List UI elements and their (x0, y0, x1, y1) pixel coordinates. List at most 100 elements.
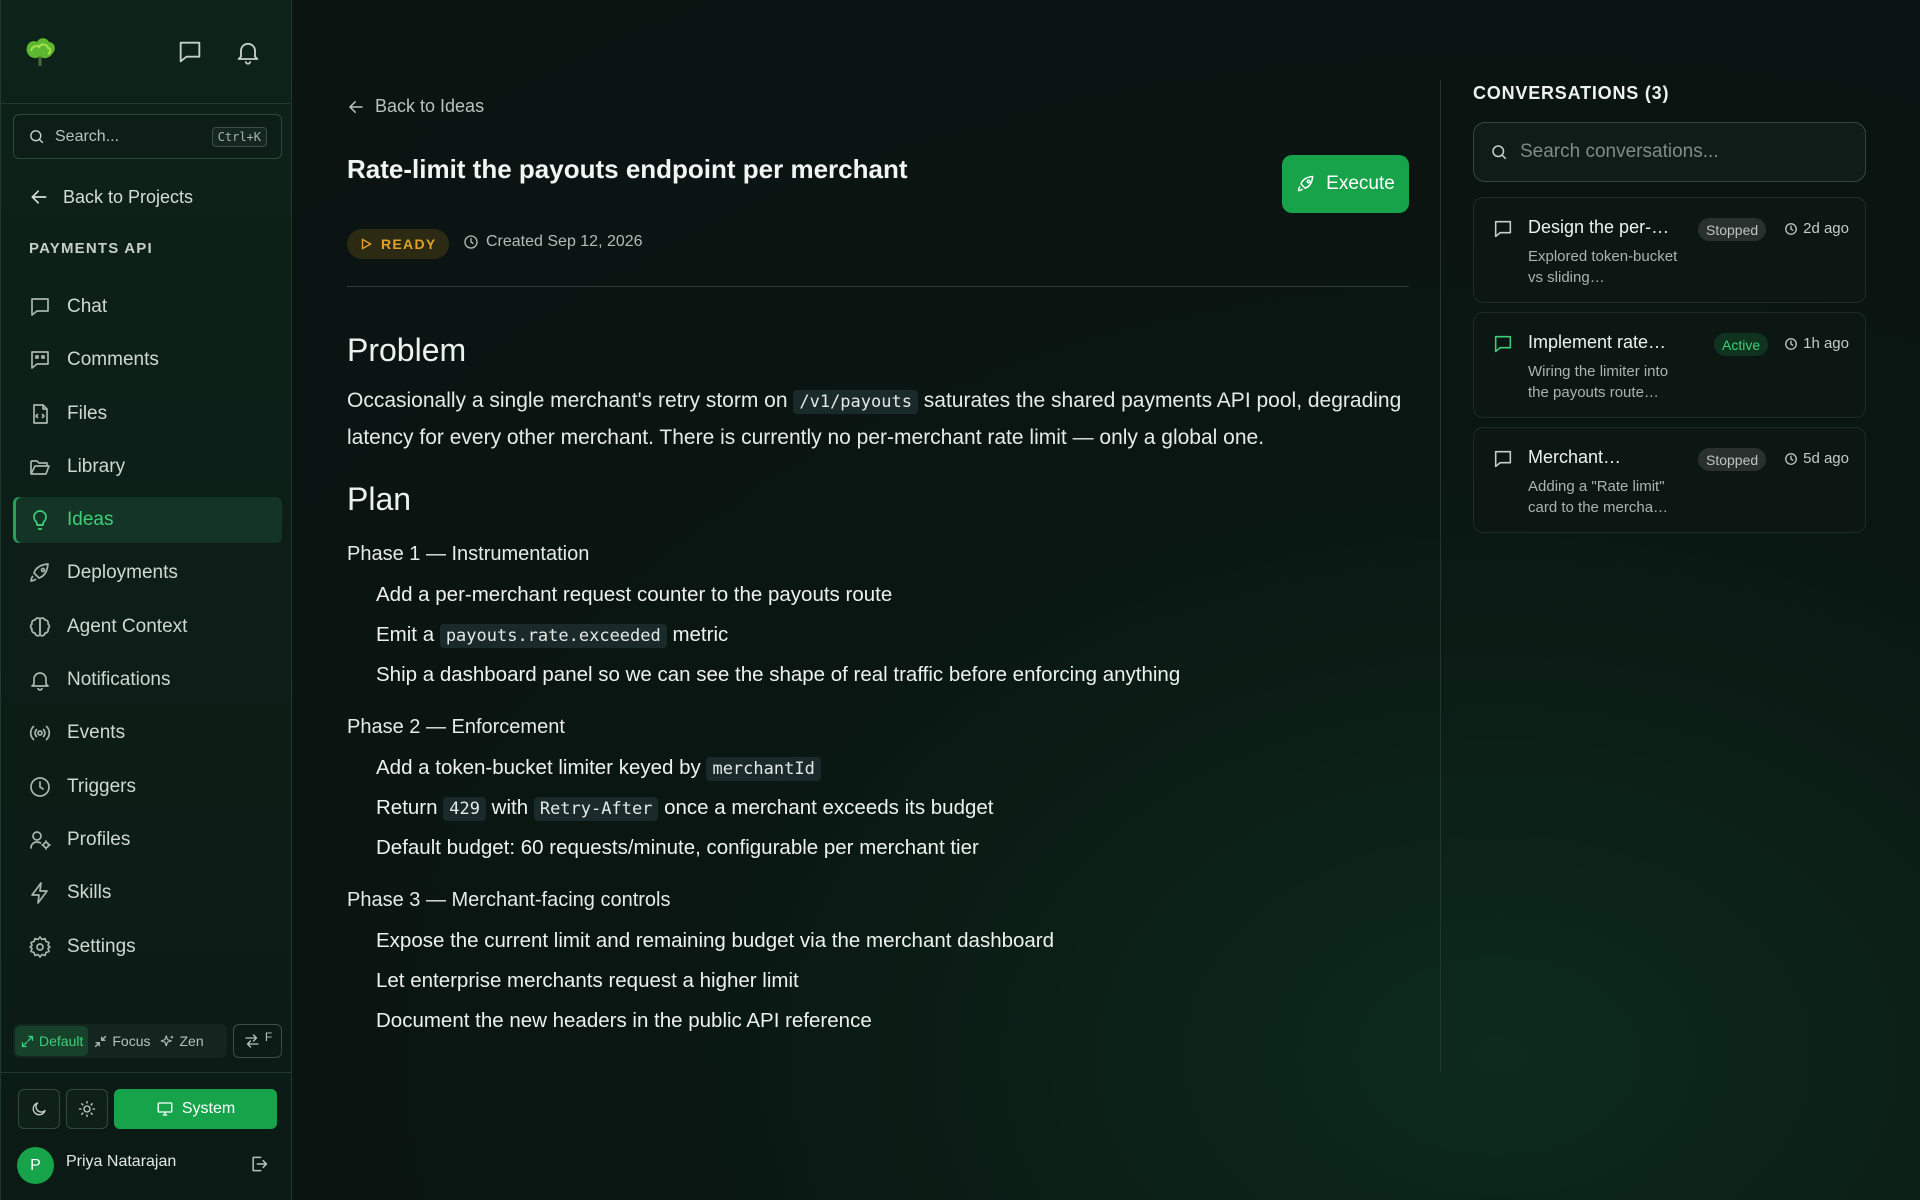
sidebar-header (1, 0, 291, 104)
conversation-card[interactable]: Design the per-… Explored token-bucket v… (1473, 197, 1866, 303)
chat-icon (1494, 220, 1512, 238)
list-item: Ship a dashboard panel so we can see the… (376, 663, 1181, 686)
chat-icon (1494, 335, 1512, 353)
conversation-time: 1h ago (1784, 335, 1849, 352)
mode-default-button[interactable]: Default (15, 1026, 89, 1056)
file-code-icon (33, 403, 48, 424)
mode-zen-button[interactable]: Zen (155, 1026, 208, 1056)
mode-focus-button[interactable]: Focus (88, 1026, 155, 1056)
inline-code: payouts.rate.exceeded (439, 624, 667, 648)
logout-icon[interactable] (249, 1154, 269, 1174)
sidebar-item-label: Comments (67, 349, 159, 371)
mode-default-label: Default (39, 1033, 84, 1049)
status-badge: Active (1714, 333, 1769, 356)
panel-divider (1440, 80, 1441, 1072)
mode-zen-label: Zen (179, 1033, 204, 1049)
conversation-preview: Adding a "Rate limit" card to the mercha… (1528, 478, 1669, 516)
light-theme-button[interactable] (66, 1089, 108, 1129)
sidebar-item-files[interactable]: Files (13, 391, 282, 437)
execute-button[interactable]: Execute (1282, 155, 1409, 213)
list-item: Expose the current limit and remaining b… (376, 929, 1055, 952)
status-badge: Stopped (1698, 448, 1767, 471)
sidebar-item-label: Chat (67, 296, 108, 317)
search-icon (30, 130, 44, 144)
project-name: PAYMENTS API (29, 240, 153, 257)
time-label: 2d ago (1803, 220, 1849, 237)
back-to-ideas-link[interactable]: Back to Ideas (347, 96, 484, 117)
folder-open-icon (30, 460, 50, 475)
time-label: 5d ago (1803, 450, 1849, 467)
sidebar-item-label: Files (67, 402, 108, 424)
notifications-bell-icon[interactable] (234, 38, 262, 66)
sidebar-item-events[interactable]: Events (13, 710, 282, 756)
sidebar-item-label: Settings (67, 935, 136, 957)
sidebar-item-settings[interactable]: Settings (13, 924, 282, 970)
mode-focus-label: Focus (112, 1033, 151, 1049)
arrow-left-icon (348, 100, 363, 113)
view-mode-switcher: Default Focus Zen (13, 1024, 227, 1058)
system-theme-label: System (181, 1100, 236, 1117)
phase-steps: Add a per-merchant request counter to th… (347, 575, 1409, 695)
swap-layout-button[interactable]: F (233, 1024, 282, 1058)
sidebar-item-label: Ideas (67, 509, 114, 531)
problem-text: Occasionally a single merchant's retry s… (347, 389, 1402, 449)
sidebar-divider (1, 1072, 291, 1073)
conversation-time: 2d ago (1784, 220, 1849, 237)
brain-icon (29, 616, 51, 637)
sidebar-item-agent-context[interactable]: Agent Context (13, 604, 282, 650)
sidebar-item-label: Notifications (67, 669, 171, 691)
radio-broadcast-icon (29, 726, 51, 741)
rocket-icon (1297, 175, 1314, 192)
search-icon (1492, 145, 1507, 160)
back-to-ideas-label: Back to Ideas (375, 96, 485, 116)
conversations-search-input[interactable]: Search conversations... (1473, 122, 1866, 182)
sidebar-item-profiles[interactable]: Profiles (13, 817, 282, 863)
avatar[interactable]: P (17, 1147, 54, 1184)
swap-key-label: F (264, 1030, 273, 1044)
messages-icon[interactable] (176, 38, 204, 66)
sidebar-item-ideas[interactable]: Ideas (13, 497, 282, 544)
list-item: Let enterprise merchants request a highe… (376, 969, 799, 992)
dark-theme-button[interactable] (18, 1089, 60, 1129)
phase-title: Phase 1 — Instrumentation (347, 543, 590, 565)
sidebar-item-deployments[interactable]: Deployments (13, 550, 282, 596)
conversation-card[interactable]: Merchant… Adding a "Rate limit" card to … (1473, 427, 1866, 533)
sidebar-item-skills[interactable]: Skills (13, 870, 282, 916)
conversation-preview: Explored token-bucket vs sliding… (1528, 248, 1678, 286)
search-placeholder: Search conversations... (1520, 141, 1719, 162)
conversation-title: Implement rate… (1528, 332, 1667, 352)
sidebar-item-triggers[interactable]: Triggers (13, 764, 282, 810)
status-label: READY (381, 236, 437, 252)
list-item: Default budget: 60 requests/minute, conf… (376, 836, 979, 859)
inline-code: merchantId (706, 757, 821, 781)
sidebar-item-library[interactable]: Library (13, 444, 282, 490)
conversation-card[interactable]: Implement rate… Wiring the limiter into … (1473, 312, 1866, 418)
search-placeholder: Search... (55, 127, 120, 145)
clock-icon (464, 235, 478, 249)
system-theme-button[interactable]: System (114, 1089, 277, 1129)
list-item: Document the new headers in the public A… (376, 1009, 872, 1032)
user-name: Priya Natarajan (66, 1153, 177, 1170)
chat-icon (1494, 450, 1512, 468)
list-item: Emit a payouts.rate.exceeded metric (376, 623, 729, 648)
inline-code: Retry-After (533, 797, 659, 821)
conversation-preview: Wiring the limiter into the payouts rout… (1528, 363, 1669, 401)
list-item: Add a per-merchant request counter to th… (376, 583, 893, 606)
header-divider (347, 286, 1409, 287)
time-label: 1h ago (1803, 335, 1849, 352)
sidebar-item-comments[interactable]: Comments (13, 337, 282, 383)
sidebar-item-notifications[interactable]: Notifications (13, 657, 282, 703)
app-logo[interactable] (23, 36, 57, 68)
created-date: Created Sep 12, 2026 (463, 233, 643, 251)
lightning-icon (31, 882, 48, 905)
monitor-icon (157, 1102, 173, 1116)
sidebar-item-chat[interactable]: Chat (13, 284, 282, 330)
user-cog-icon (30, 831, 51, 850)
back-to-projects-link[interactable]: Back to Projects (29, 183, 193, 211)
sidebar-search[interactable]: Search... Ctrl+K (13, 114, 282, 159)
page-title: Rate-limit the payouts endpoint per merc… (347, 154, 908, 184)
status-badge: Stopped (1698, 218, 1767, 241)
lightbulb-icon (33, 510, 47, 531)
clock-icon (1785, 452, 1798, 465)
clock-icon (1785, 337, 1798, 350)
